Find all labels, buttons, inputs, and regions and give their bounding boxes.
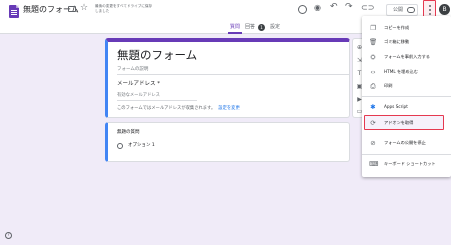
form-title[interactable]: 無題のフォーム <box>117 48 197 63</box>
copy-icon: ❐ <box>370 24 376 32</box>
save-status: 最後の変更をすべてドライブに保存しました <box>95 4 153 13</box>
active-tab-indicator <box>228 32 242 34</box>
form-description-field[interactable]: フォームの説明 <box>117 67 148 73</box>
menu-item-label: フォームの公開を停止 <box>384 140 426 145</box>
preview-icon[interactable]: ◉ <box>314 4 321 12</box>
email-field: 有効なメールアドレス <box>117 93 160 98</box>
person-add-icon: ⛭ <box>370 53 376 61</box>
email-note-text: このフォームではメールアドレスが収集されます。 <box>117 106 216 111</box>
keyboard-icon: ⌨ <box>369 160 379 168</box>
menu-item-label: HTML を埋め込む <box>384 69 418 74</box>
tab-settings[interactable]: 設定 <box>270 24 280 31</box>
forms-logo-icon[interactable] <box>9 5 19 18</box>
apps-script-icon: ✱ <box>370 103 376 111</box>
form-title-card[interactable]: 無題のフォーム フォームの説明 メールアドレス * 有効なメールアドレス このフ… <box>105 38 350 118</box>
menu-item-embed-html[interactable]: ‹› HTML を埋め込む <box>362 65 451 79</box>
menu-item-keyboard-shortcuts[interactable]: ⌨ キーボード ショートカット <box>362 157 451 171</box>
trash-icon: 🗑 <box>369 38 378 46</box>
publish-label: 公開 <box>393 7 404 13</box>
divider <box>117 100 197 101</box>
undo-icon[interactable]: ↶ <box>330 3 338 12</box>
email-collection-note: このフォームではメールアドレスが収集されます。 設定を変更 <box>117 106 240 112</box>
addon-icon: ⟳ <box>370 119 376 127</box>
radio-icon <box>117 143 123 149</box>
menu-item-label: コピーを作成 <box>384 25 410 30</box>
question-card[interactable]: 無題の質問 オプション 1 <box>105 122 350 162</box>
publish-button[interactable]: 公開 <box>386 4 418 16</box>
folder-icon[interactable] <box>68 6 76 12</box>
more-options-menu: ❐ コピーを作成 🗑 ゴミ箱に移動 ⛭ フォームを事前入力する ‹› HTML … <box>362 16 451 177</box>
code-icon: ‹› <box>370 68 376 76</box>
divider <box>117 74 349 75</box>
menu-item-prefill[interactable]: ⛭ フォームを事前入力する <box>362 50 451 64</box>
customize-theme-icon[interactable] <box>298 5 307 14</box>
option-label[interactable]: オプション 1 <box>128 143 155 149</box>
menu-item-unpublish[interactable]: ⊘ フォームの公開を停止 <box>362 136 451 150</box>
question-title[interactable]: 無題の質問 <box>117 130 140 136</box>
menu-item-apps-script[interactable]: ✱ Apps Script <box>362 100 451 114</box>
email-label: メールアドレス * <box>117 81 160 87</box>
change-settings-link[interactable]: 設定を変更 <box>218 106 239 111</box>
link-icon[interactable]: ⊂⊃ <box>361 4 374 12</box>
avatar[interactable]: B <box>439 4 450 15</box>
redo-icon[interactable]: ↷ <box>345 3 353 12</box>
menu-item-label: ゴミ箱に移動 <box>384 39 410 44</box>
menu-item-label: キーボード ショートカット <box>384 161 436 166</box>
menu-divider <box>362 96 451 97</box>
tab-questions[interactable]: 質問 <box>230 24 240 31</box>
help-icon[interactable]: ? <box>5 232 12 239</box>
tab-responses[interactable]: 回答 <box>245 24 255 31</box>
menu-item-print[interactable]: ⎙ 印刷 <box>362 79 451 93</box>
menu-item-label: Apps Script <box>384 104 408 109</box>
menu-divider <box>362 154 451 155</box>
menu-item-label: アドオンを取得 <box>384 120 414 125</box>
menu-item-label: フォームを事前入力する <box>384 54 430 59</box>
menu-item-move-to-trash[interactable]: 🗑 ゴミ箱に移動 <box>362 35 451 49</box>
lock-publish-icon: ⊘ <box>370 139 376 147</box>
menu-item-make-copy[interactable]: ❐ コピーを作成 <box>362 21 451 35</box>
lock-icon <box>407 7 415 13</box>
menu-item-label: 印刷 <box>384 83 393 88</box>
print-icon: ⎙ <box>370 82 376 90</box>
star-icon[interactable]: ☆ <box>80 4 88 13</box>
responses-count-badge: 1 <box>258 24 265 31</box>
menu-item-get-addons[interactable]: ⟳ アドオンを取得 <box>362 115 451 130</box>
